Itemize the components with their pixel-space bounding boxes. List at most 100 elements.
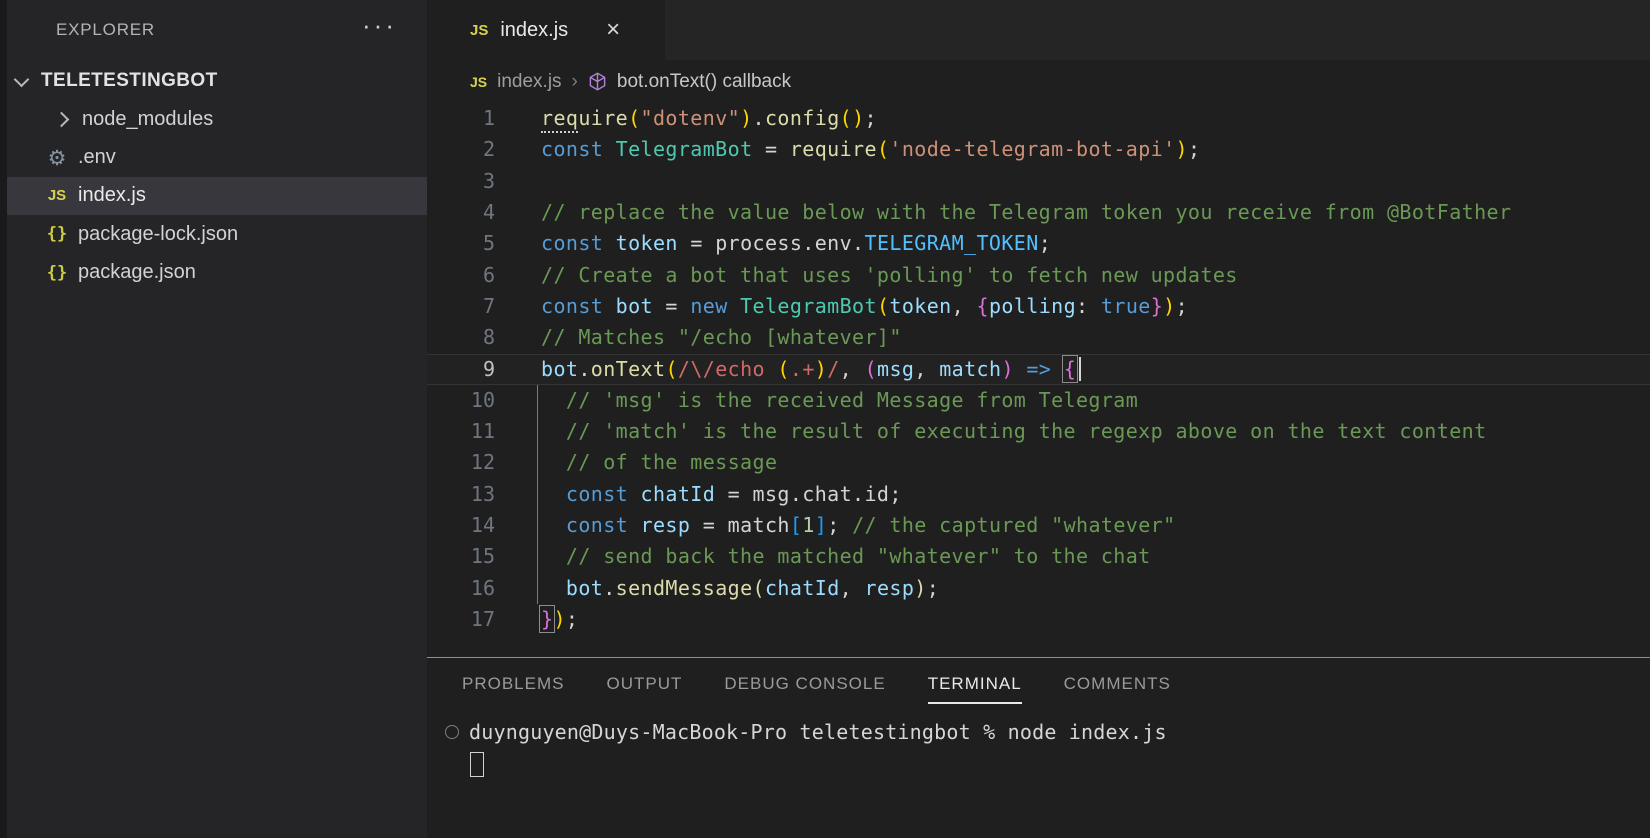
json-braces-icon: {} <box>40 224 74 244</box>
terminal-prompt-row: duynguyen@Duys-MacBook-Pro teletestingbo… <box>439 716 1650 748</box>
line-number[interactable]: 1 <box>427 103 495 134</box>
panel-tab-terminal[interactable]: TERMINAL <box>928 674 1022 704</box>
line-number[interactable]: 5 <box>427 228 495 259</box>
breadcrumb: JS index.js › bot.onText() callback <box>427 60 1650 103</box>
line-number[interactable]: 9 <box>427 354 495 385</box>
file-item-node-modules[interactable]: node_modules <box>0 100 427 138</box>
code-line-15[interactable]: 15 // send back the matched "whatever" t… <box>427 541 1650 572</box>
line-number[interactable]: 3 <box>427 166 495 197</box>
line-content: // 'msg' is the received Message from Te… <box>541 385 1138 416</box>
line-number[interactable]: 4 <box>427 197 495 228</box>
line-content: // 'match' is the result of executing th… <box>541 416 1487 447</box>
terminal-cursor-row <box>439 748 1650 780</box>
breadcrumb-symbol[interactable]: bot.onText() callback <box>617 71 791 93</box>
tab-label: index.js <box>500 19 568 42</box>
code-line-7[interactable]: 7 const bot = new TelegramBot(token, {pol… <box>427 291 1650 322</box>
panel-tab-debug-console[interactable]: DEBUG CONSOLE <box>724 674 885 704</box>
code-line-11[interactable]: 11 // 'match' is the result of executing… <box>427 416 1650 447</box>
explorer-title: EXPLORER <box>56 20 155 40</box>
close-icon[interactable]: × <box>606 18 620 42</box>
line-number[interactable]: 10 <box>427 385 495 416</box>
line-content: const token = process.env.TELEGRAM_TOKEN… <box>541 228 1051 259</box>
file-item-label: index.js <box>78 184 146 207</box>
line-content: // Matches "/echo [whatever]" <box>541 322 902 353</box>
file-item-label: package-lock.json <box>78 223 238 246</box>
tab-bar: JS index.js × <box>427 0 1650 60</box>
more-actions-icon[interactable]: ··· <box>362 10 397 41</box>
code-line-10[interactable]: 10 // 'msg' is the received Message from… <box>427 385 1650 416</box>
code-editor[interactable]: 1 require("dotenv").config(); 2 const Teleg… <box>427 103 1650 657</box>
line-content: const bot = new TelegramBot(token, {poll… <box>541 291 1188 322</box>
vscode-window: EXPLORER ··· TELETESTINGBOT node_modules… <box>0 0 1650 838</box>
project-root-teletestingbot[interactable]: TELETESTINGBOT <box>0 62 427 100</box>
js-file-icon: JS <box>470 74 487 90</box>
line-number[interactable]: 7 <box>427 291 495 322</box>
terminal[interactable]: duynguyen@Duys-MacBook-Pro teletestingbo… <box>427 716 1650 780</box>
file-item-label: .env <box>78 146 116 169</box>
line-content: const chatId = msg.chat.id; <box>541 479 902 510</box>
code-line-12[interactable]: 12 // of the message <box>427 447 1650 478</box>
code-line-8[interactable]: 8 // Matches "/echo [whatever]" <box>427 322 1650 353</box>
active-indent-guide <box>537 385 538 604</box>
line-content: // replace the value below with the Tele… <box>541 197 1511 228</box>
js-file-icon: JS <box>40 187 74 204</box>
line-number[interactable]: 12 <box>427 447 495 478</box>
line-content: // of the message <box>541 447 777 478</box>
line-content: bot.onText(/\/echo (.+)/, (msg, match) =… <box>541 354 1081 385</box>
code-line-3[interactable]: 3 <box>427 166 1650 197</box>
code-line-1[interactable]: 1 require("dotenv").config(); <box>427 103 1650 134</box>
command-decoration-icon[interactable] <box>445 725 459 739</box>
explorer-sidebar: EXPLORER ··· TELETESTINGBOT node_modules… <box>0 0 427 838</box>
code-line-2[interactable]: 2 const TelegramBot = require('node-teleg… <box>427 134 1650 165</box>
line-number[interactable]: 6 <box>427 260 495 291</box>
chevron-right-icon <box>44 114 78 125</box>
file-item-label: package.json <box>78 261 196 284</box>
window-edge <box>0 0 7 838</box>
line-number[interactable]: 13 <box>427 479 495 510</box>
file-list: node_modules⚙.envJSindex.js{}package-loc… <box>0 100 427 292</box>
file-item-package-lock-json[interactable]: {}package-lock.json <box>0 215 427 253</box>
line-number[interactable]: 8 <box>427 322 495 353</box>
line-content: }); <box>541 604 578 635</box>
code-line-4[interactable]: 4 // replace the value below with the Tel… <box>427 197 1650 228</box>
file-item-label: node_modules <box>82 108 213 131</box>
line-content: bot.sendMessage(chatId, resp); <box>541 573 939 604</box>
line-number[interactable]: 2 <box>427 134 495 165</box>
line-number[interactable]: 14 <box>427 510 495 541</box>
line-content: require("dotenv").config(); <box>541 103 877 134</box>
line-content: // Create a bot that uses 'polling' to f… <box>541 260 1238 291</box>
explorer-header: EXPLORER ··· <box>0 0 427 62</box>
line-content: const TelegramBot = require('node-telegr… <box>541 134 1200 165</box>
terminal-prompt-text: duynguyen@Duys-MacBook-Pro teletestingbo… <box>469 720 1167 744</box>
line-number[interactable]: 17 <box>427 604 495 635</box>
code-line-9[interactable]: 9 bot.onText(/\/echo (.+)/, (msg, match) … <box>427 354 1650 385</box>
file-item-index-js[interactable]: JSindex.js <box>0 177 427 215</box>
code-line-5[interactable]: 5 const token = process.env.TELEGRAM_TOKE… <box>427 228 1650 259</box>
panel-tab-output[interactable]: OUTPUT <box>606 674 682 704</box>
file-item-package-json[interactable]: {}package.json <box>0 254 427 292</box>
json-braces-icon: {} <box>40 263 74 283</box>
terminal-cursor <box>470 752 484 777</box>
js-file-icon: JS <box>470 22 488 39</box>
code-line-14[interactable]: 14 const resp = match[1]; // the capture… <box>427 510 1650 541</box>
code-line-13[interactable]: 13 const chatId = msg.chat.id; <box>427 479 1650 510</box>
line-content: // send back the matched "whatever" to t… <box>541 541 1151 572</box>
line-number[interactable]: 11 <box>427 416 495 447</box>
panel-tab-problems[interactable]: PROBLEMS <box>462 674 564 704</box>
gear-icon: ⚙ <box>40 146 74 170</box>
symbol-cube-icon <box>588 72 607 91</box>
text-cursor <box>1079 357 1081 381</box>
line-content: const resp = match[1]; // the captured "… <box>541 510 1176 541</box>
tab-index-js[interactable]: JS index.js × <box>427 0 665 60</box>
code-line-16[interactable]: 16 bot.sendMessage(chatId, resp); <box>427 573 1650 604</box>
line-number[interactable]: 16 <box>427 573 495 604</box>
panel-tab-comments[interactable]: COMMENTS <box>1064 674 1171 704</box>
bottom-panel: PROBLEMS OUTPUT DEBUG CONSOLE TERMINAL COMME… <box>427 657 1650 838</box>
code-line-6[interactable]: 6 // Create a bot that uses 'polling' to … <box>427 260 1650 291</box>
breadcrumb-file[interactable]: index.js <box>497 71 561 93</box>
chevron-down-icon <box>14 71 30 87</box>
code-line-17[interactable]: 17}); <box>427 604 1650 635</box>
panel-tabs: PROBLEMS OUTPUT DEBUG CONSOLE TERMINAL COMME… <box>427 658 1650 704</box>
file-item--env[interactable]: ⚙.env <box>0 138 427 176</box>
line-number[interactable]: 15 <box>427 541 495 572</box>
